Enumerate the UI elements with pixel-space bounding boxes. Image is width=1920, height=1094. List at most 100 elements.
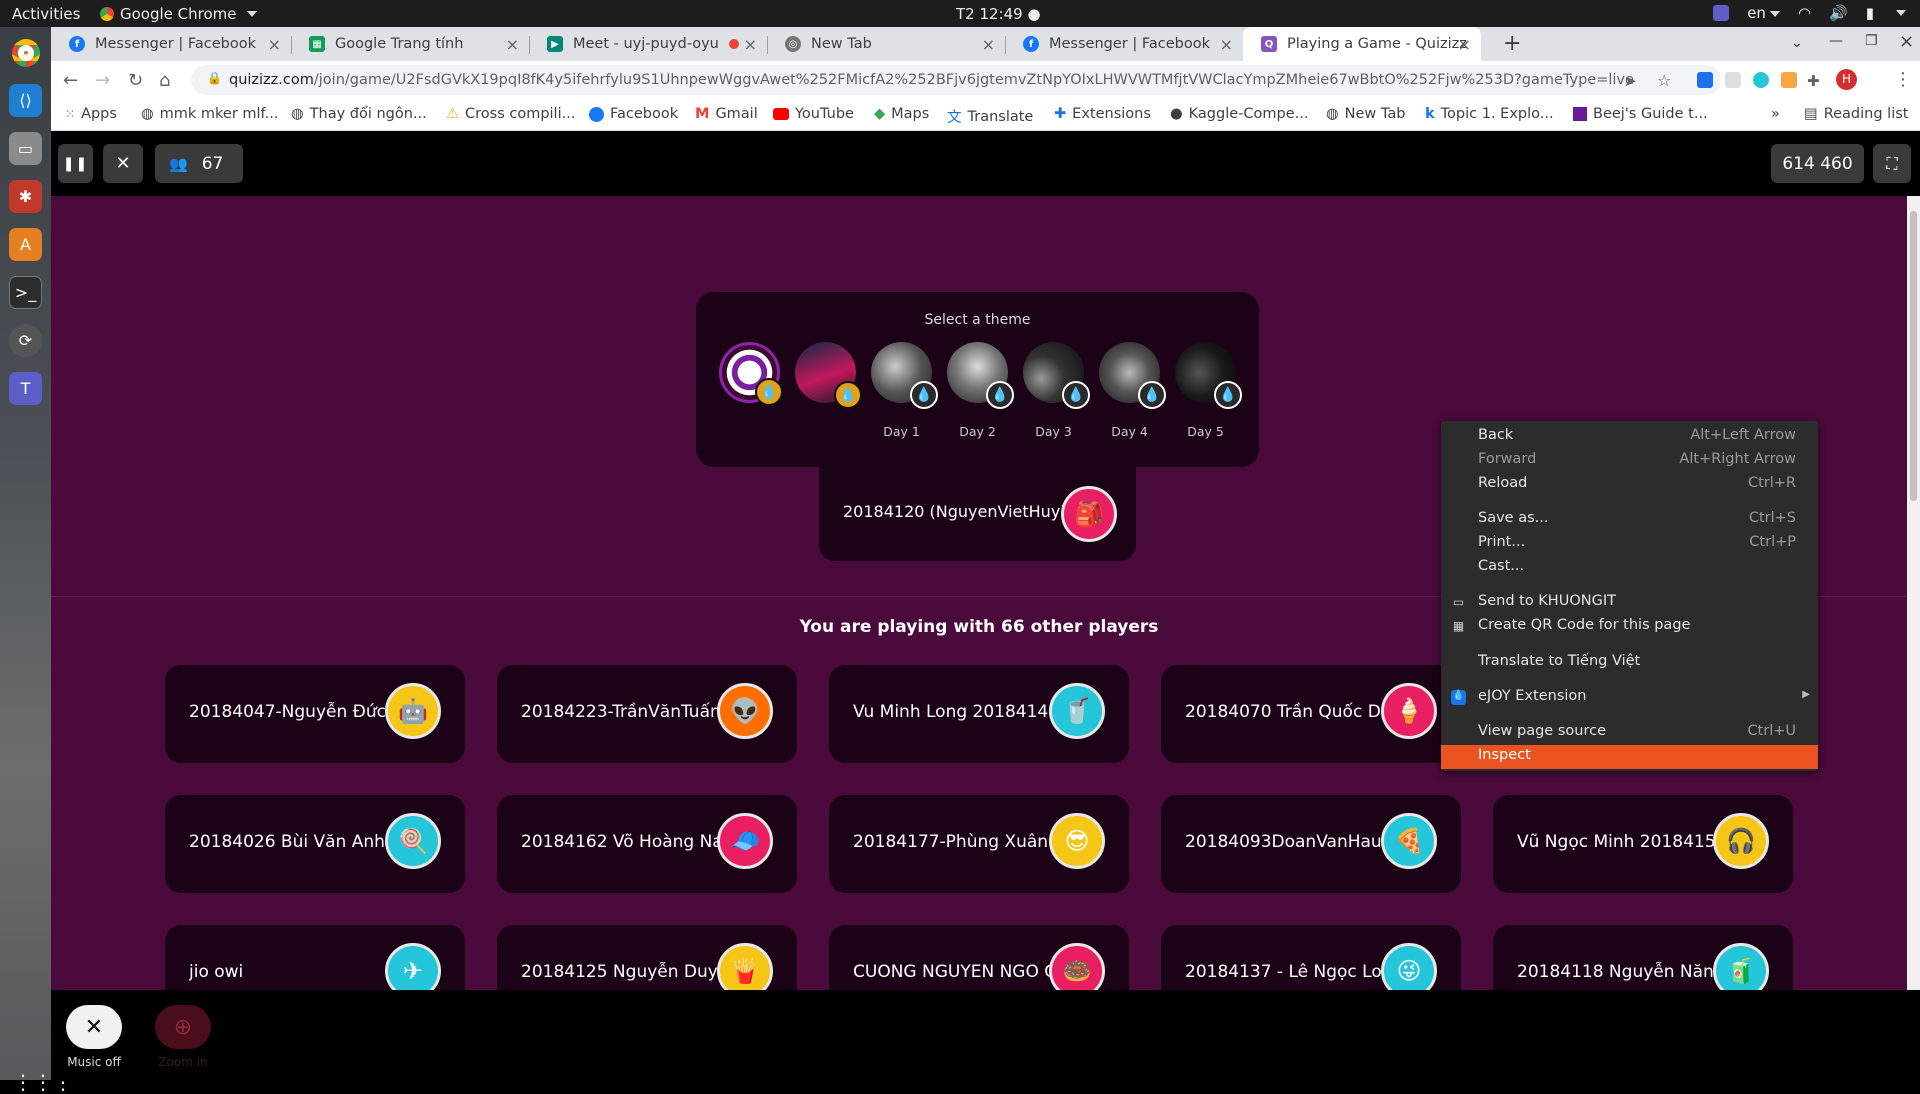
bookmark-kaggle[interactable]: ● Kaggle-Compe... — [1170, 106, 1308, 122]
bookmark-translate[interactable]: 文 Translate — [947, 106, 1033, 127]
extensions-puzzle-icon[interactable]: ✚ — [1807, 72, 1820, 90]
bookmark-mmk[interactable]: ◍ mmk mker mlf... — [141, 106, 278, 122]
home-icon[interactable]: ⌂ — [159, 70, 170, 91]
menu-item-translate[interactable]: Translate to Tiếng Việt — [1441, 651, 1818, 675]
updater-dock-icon[interactable]: ⟳ — [9, 324, 42, 357]
clock[interactable]: T2 12:49 ● — [956, 5, 1041, 23]
bookmark-new-tab[interactable]: ◍ New Tab — [1326, 106, 1405, 122]
tab-sheets[interactable]: ▦ Google Trang tính × — [291, 27, 529, 61]
bookmark-extensions[interactable]: ✚ Extensions — [1054, 106, 1151, 122]
submenu-arrow-icon: ▶ — [1802, 689, 1810, 700]
chrome-dock-icon[interactable] — [9, 36, 42, 69]
theme-option-day-1[interactable]: 💧 — [871, 342, 938, 409]
app-menu[interactable]: Google Chrome — [100, 5, 257, 23]
close-tab-icon[interactable]: × — [744, 35, 757, 54]
back-icon[interactable]: ← — [63, 70, 78, 91]
tab-new-tab[interactable]: ◎ New Tab × — [767, 27, 1005, 61]
tab-search-icon[interactable]: ⌄ — [1791, 35, 1803, 51]
close-tab-icon[interactable]: × — [506, 35, 519, 54]
player-card: 20184026 Bùi Văn Anh 🍭 — [165, 795, 465, 893]
window-close-icon[interactable]: × — [1899, 31, 1914, 52]
bookmark-topic-1[interactable]: k Topic 1. Explo... — [1425, 106, 1554, 122]
game-header: ❚❚ ✕ 👥 67 614 460 ⛶ — [51, 131, 1920, 196]
menu-item-forward[interactable]: Forward Alt+Right Arrow — [1441, 449, 1818, 473]
teams-dock-icon[interactable]: T — [9, 372, 42, 405]
player-card: 20184223-TrầnVănTuấn 👽 — [497, 665, 797, 763]
players-button[interactable]: 👥 67 — [155, 144, 243, 183]
bookmark-youtube[interactable]: YouTube — [773, 106, 854, 122]
minimize-icon[interactable]: — — [1829, 33, 1843, 49]
terminal-dock-icon[interactable]: >_ — [9, 276, 42, 309]
bookmark-star-icon[interactable]: ☆ — [1657, 71, 1671, 90]
send-icon[interactable]: ➤ — [1624, 72, 1637, 90]
extension-icon-4[interactable] — [1781, 72, 1797, 88]
bookmark-maps[interactable]: ◆ Maps — [874, 106, 929, 122]
forward-icon[interactable]: → — [95, 70, 110, 91]
theme-option-day-4[interactable]: 💧 — [1099, 342, 1166, 409]
close-tab-icon[interactable]: × — [268, 35, 281, 54]
bookmark-beej[interactable]: Beej's Guide t... — [1573, 106, 1708, 122]
chrome-menu-icon[interactable]: ⋮ — [1894, 69, 1912, 90]
tab-messenger-2[interactable]: f Messenger | Facebook × — [1005, 27, 1243, 61]
close-tab-icon[interactable]: × — [982, 35, 995, 54]
pause-button[interactable]: ❚❚ — [58, 144, 93, 183]
bookmark-cross-compile[interactable]: ⚠ Cross compili... — [446, 106, 575, 122]
extension-icon-1[interactable] — [1697, 72, 1713, 88]
menu-item-cast[interactable]: Cast... — [1441, 556, 1818, 580]
settings-dock-icon[interactable]: ✱ — [9, 180, 42, 213]
profile-avatar[interactable]: H — [1836, 69, 1857, 90]
music-toggle-button[interactable]: ✕ — [103, 144, 143, 183]
droplet-icon: 💧 — [834, 381, 862, 409]
bookmark-facebook[interactable]: Facebook — [589, 106, 678, 122]
scrollbar-thumb[interactable] — [1910, 211, 1917, 501]
theme-option-2[interactable]: 💧 — [795, 342, 862, 409]
zoom-in-button[interactable]: ⊕ — [155, 1005, 211, 1049]
menu-item-reload[interactable]: Reload Ctrl+R — [1441, 473, 1818, 497]
new-tab-button[interactable]: + — [1503, 31, 1521, 56]
menu-item-create-qr[interactable]: ▦ Create QR Code for this page — [1441, 615, 1818, 639]
theme-day-label: Day 3 — [1035, 424, 1072, 439]
menu-item-back[interactable]: Back Alt+Left Arrow — [1441, 425, 1818, 449]
theme-option-day-5[interactable]: 💧 — [1175, 342, 1242, 409]
close-tab-icon[interactable]: × — [1458, 35, 1471, 54]
menu-item-view-source[interactable]: View page source Ctrl+U — [1441, 721, 1818, 745]
player-name: 20184093DoanVanHau — [1185, 832, 1382, 852]
theme-option-day-2[interactable]: 💧 — [947, 342, 1014, 409]
software-center-dock-icon[interactable]: A — [9, 228, 42, 261]
address-bar[interactable]: 🔒 quizizz.com/join/game/U2FsdGVkX19pqI8f… — [191, 65, 1721, 95]
tab-quizizz[interactable]: Q Playing a Game - Quizizz × — [1243, 27, 1481, 61]
reading-list-button[interactable]: ▤ Reading list — [1804, 106, 1908, 122]
bookmark-gmail[interactable]: M Gmail — [695, 106, 758, 122]
player-card: 20184047-Nguyễn Đức E 🤖 — [165, 665, 465, 763]
menu-item-send-to-device[interactable]: ▭ Send to KHUONGIT — [1441, 591, 1818, 615]
maximize-icon[interactable]: ❐ — [1865, 33, 1878, 49]
close-tab-icon[interactable]: × — [1220, 35, 1233, 54]
teams-tray-icon[interactable] — [1713, 5, 1730, 21]
files-dock-icon[interactable]: ▭ — [9, 132, 42, 165]
bookmark-thay-doi[interactable]: ◍ Thay đổi ngôn... — [291, 106, 427, 122]
chrome-icon: ◎ — [785, 36, 801, 52]
menu-item-save-as[interactable]: Save as... Ctrl+S — [1441, 508, 1818, 532]
bookmarks-overflow-button[interactable]: » — [1771, 106, 1780, 122]
language-indicator[interactable]: en — [1747, 4, 1780, 22]
monitor-icon: ▭ — [1452, 595, 1465, 609]
theme-option-default[interactable]: 💧 — [719, 342, 783, 406]
theme-option-day-3[interactable]: 💧 — [1023, 342, 1090, 409]
system-tray[interactable]: en ◠ 🔊 ▮ — [1713, 4, 1906, 22]
avatar: 🍭 — [385, 813, 441, 869]
music-off-button[interactable]: ✕ — [66, 1005, 122, 1049]
tab-title: Meet - uyj-puyd-oyu — [573, 36, 719, 52]
tab-messenger-1[interactable]: f Messenger | Facebook × — [51, 27, 291, 61]
reload-icon[interactable]: ↻ — [128, 70, 143, 91]
extension-icon-3[interactable] — [1753, 72, 1769, 88]
vscode-dock-icon[interactable]: ⟨⟩ — [9, 84, 42, 117]
tab-meet[interactable]: ▶ Meet - uyj-puyd-oyu × — [529, 27, 767, 61]
menu-item-inspect[interactable]: Inspect — [1441, 745, 1818, 769]
fullscreen-button[interactable]: ⛶ — [1873, 144, 1911, 183]
bookmark-apps[interactable]: ⁙ Apps — [65, 106, 117, 122]
extension-icon-2[interactable] — [1725, 72, 1741, 88]
menu-item-print[interactable]: Print... Ctrl+P — [1441, 532, 1818, 556]
activities-button[interactable]: Activities — [12, 5, 80, 23]
menu-item-ejoy[interactable]: 💧 eJOY Extension ▶ — [1441, 686, 1818, 710]
my-player-name: 20184120 (NguyenVietHuy) — [843, 502, 1067, 521]
